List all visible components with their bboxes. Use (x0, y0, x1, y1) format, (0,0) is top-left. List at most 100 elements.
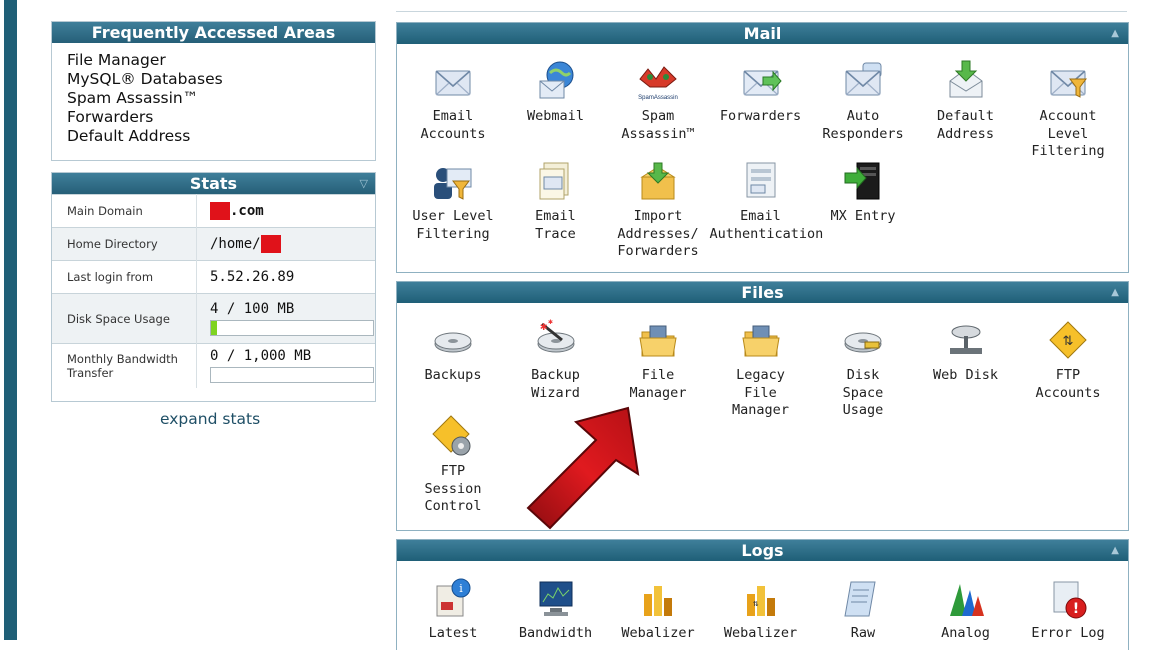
mail-item-email-trace[interactable]: Email Trace (505, 159, 607, 243)
logs-section-header[interactable]: Logs ▲ (397, 540, 1128, 561)
disk-usage-value: 4 / 100 MB (210, 301, 295, 317)
envelope-icon (431, 59, 475, 103)
mail-item-default-address[interactable]: Default Address (915, 59, 1017, 143)
logs-item-raw[interactable]: Raw (812, 576, 914, 643)
mail-item-label: User Level Filtering (412, 208, 494, 242)
files-section-header[interactable]: Files ▲ (397, 282, 1128, 303)
mail-item-label: Email Accounts (420, 108, 486, 142)
mail-item-label: Import Addresses/ Forwarders (617, 208, 699, 259)
analog-bars-icon (944, 576, 988, 620)
mail-item-user-level-filtering[interactable]: User Level Filtering (402, 159, 504, 243)
bandwidth-bar (210, 367, 374, 384)
frequently-accessed-panel: Frequently Accessed Areas File Manager M… (51, 21, 376, 161)
disk-icon (431, 318, 475, 362)
files-item-label: FTP Session Control (424, 463, 482, 514)
logs-item-error-log[interactable]: ! Error Log (1017, 576, 1119, 643)
mail-item-label: Auto Responders (822, 108, 904, 142)
files-item-legacy-file-manager[interactable]: Legacy File Manager (710, 318, 812, 420)
stats-row-bandwidth: Monthly Bandwidth Transfer 0 / 1,000 MB (52, 343, 375, 388)
bandwidth-value: 0 / 1,000 MB (210, 348, 312, 365)
mail-item-spam-assassin[interactable]: SpamAssassin Spam Assassin™ (607, 59, 709, 143)
svg-text:✱: ✱ (540, 319, 547, 333)
svg-text:SpamAssassin: SpamAssassin (638, 95, 678, 101)
logs-section: Logs ▲ i Latest Bandwidth Webalizer ⇅ Webaliz… (396, 539, 1129, 650)
funnel-envelope-icon (1046, 59, 1090, 103)
disk-usage-bar (210, 320, 374, 336)
faq-link-file-manager[interactable]: File Manager (67, 51, 360, 70)
collapse-up-icon[interactable]: ▲ (1111, 29, 1119, 39)
last-login-value: 5.52.26.89 (196, 260, 375, 294)
wizard-wand-icon: ✱ ✱ (534, 317, 578, 362)
files-item-disk-space-usage[interactable]: Disk Space Usage (812, 318, 914, 420)
files-item-web-disk[interactable]: Web Disk (915, 318, 1017, 385)
mail-item-import-addresses-forwarders[interactable]: Import Addresses/ Forwarders (607, 159, 709, 261)
svg-text:!: ! (1073, 601, 1079, 617)
mail-section: Mail ▲ Email Accounts Webmail SpamAssassin… (396, 22, 1129, 273)
files-item-label: FTP Accounts (1035, 367, 1101, 401)
mail-item-mx-entry[interactable]: MX Entry (812, 159, 914, 226)
logs-item-webalizer[interactable]: ⇅ Webalizer (710, 576, 812, 643)
disk-usage-icon (841, 318, 885, 362)
stats-title: Stats (189, 174, 238, 193)
collapse-chevron-icon[interactable]: ▽ (360, 178, 368, 189)
faq-link-forwarders[interactable]: Forwarders (67, 108, 360, 127)
expand-stats-link[interactable]: expand stats (160, 410, 260, 428)
raw-log-icon (841, 576, 885, 620)
files-item-ftp-accounts[interactable]: ⇅ FTP Accounts (1017, 318, 1119, 402)
mail-item-auto-responders[interactable]: Auto Responders (812, 59, 914, 143)
logs-item-webalizer[interactable]: Webalizer (607, 576, 709, 643)
trace-document-icon (534, 159, 578, 203)
stats-label: Last login from (52, 260, 197, 294)
logs-item-bandwidth[interactable]: Bandwidth (505, 576, 607, 643)
left-edge-bar (0, 0, 17, 640)
mail-item-label: Forwarders (719, 108, 802, 124)
faq-link-default-address[interactable]: Default Address (67, 127, 360, 146)
disk-usage-fill (211, 321, 218, 335)
mail-section-header[interactable]: Mail ▲ (397, 23, 1128, 44)
web-disk-icon (944, 318, 988, 362)
files-item-backups[interactable]: Backups (402, 318, 504, 385)
logs-item-analog[interactable]: Analog (915, 576, 1017, 643)
faq-link-spam-assassin[interactable]: Spam Assassin™ (67, 89, 360, 108)
files-item-label: Web Disk (932, 367, 999, 383)
mail-item-account-level-filtering[interactable]: Account Level Filtering (1017, 59, 1119, 161)
mail-item-email-authentication[interactable]: Email Authentication (710, 159, 823, 243)
stats-header[interactable]: Stats ▽ (52, 173, 375, 194)
files-item-file-manager[interactable]: File Manager (607, 318, 709, 402)
mail-item-forwarders[interactable]: Forwarders (710, 59, 812, 126)
ftp-gear-icon (431, 414, 475, 458)
mail-item-label: MX Entry (830, 208, 896, 224)
files-item-label: Backup Wizard (531, 367, 580, 401)
faq-link-mysql[interactable]: MySQL® Databases (67, 70, 360, 89)
mail-item-webmail[interactable]: Webmail (505, 59, 607, 126)
redaction-mark (260, 235, 281, 253)
ftp-arrows-icon: ⇅ (1046, 318, 1090, 362)
files-item-label: Legacy File Manager (732, 367, 789, 418)
stats-label: Main Domain (52, 194, 197, 228)
folder-icon (636, 318, 680, 362)
files-item-label: File Manager (629, 367, 687, 401)
collapse-up-icon[interactable]: ▲ (1111, 288, 1119, 298)
stats-label: Monthly Bandwidth Transfer (52, 343, 197, 388)
collapse-up-icon[interactable]: ▲ (1111, 546, 1119, 556)
frequently-accessed-title: Frequently Accessed Areas (52, 22, 375, 43)
frequently-accessed-list: File Manager MySQL® Databases Spam Assas… (52, 43, 375, 146)
files-section-title: Files (741, 283, 784, 302)
logs-item-latest[interactable]: i Latest (402, 576, 504, 643)
legacy-folder-icon (739, 318, 783, 362)
mail-item-label: Spam Assassin™ (621, 108, 695, 142)
mail-section-title: Mail (743, 24, 782, 43)
auth-envelope-icon (739, 159, 783, 203)
files-item-ftp-session-control[interactable]: FTP Session Control (402, 414, 504, 516)
forward-envelope-icon (739, 59, 783, 103)
stats-row-main-domain: Main Domain .com (52, 194, 375, 228)
svg-text:i: i (459, 582, 463, 595)
stats-table: Main Domain .com Home Directory /home/ L… (52, 194, 375, 388)
files-section: Files ▲ Backups ✱ ✱ Backup Wizard File Manag… (396, 281, 1129, 531)
mail-item-email-accounts[interactable]: Email Accounts (402, 59, 504, 143)
mx-server-icon (841, 159, 885, 203)
stats-row-last-login: Last login from 5.52.26.89 (52, 260, 375, 294)
stats-label: Disk Space Usage (52, 293, 197, 344)
mail-item-label: Account Level Filtering (1031, 108, 1105, 159)
files-item-backup-wizard[interactable]: ✱ ✱ Backup Wizard (505, 317, 607, 402)
